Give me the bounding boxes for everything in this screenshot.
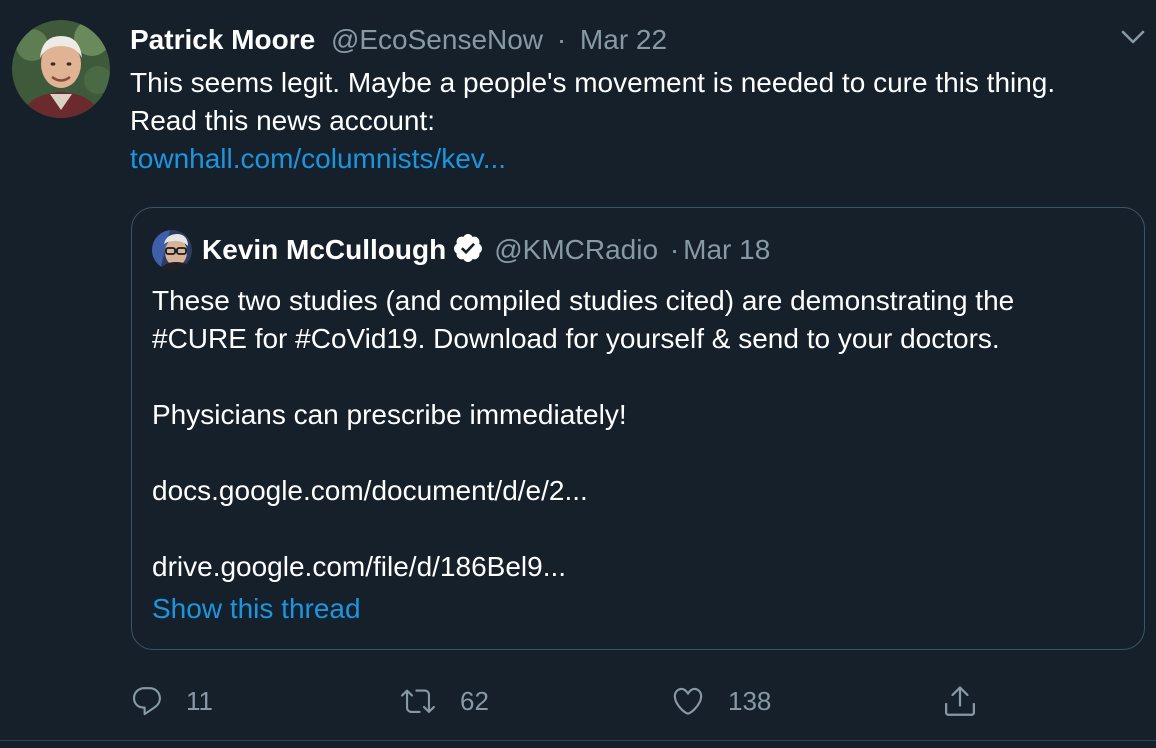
retweet-icon bbox=[398, 684, 438, 718]
tweet-link[interactable]: townhall.com/columnists/kev... bbox=[130, 140, 1120, 178]
quoted-link-docs: docs.google.com/document/d/e/2... bbox=[152, 475, 588, 506]
quoted-tweet-date[interactable]: Mar 18 bbox=[683, 234, 770, 265]
tweet-date[interactable]: Mar 22 bbox=[580, 24, 667, 55]
reply-icon bbox=[130, 684, 164, 718]
divider bbox=[0, 740, 1156, 741]
share-icon bbox=[942, 683, 978, 719]
separator-dot: · bbox=[669, 234, 680, 265]
quoted-text-line bbox=[152, 358, 1132, 396]
quoted-text-line bbox=[152, 510, 1132, 548]
heart-icon bbox=[670, 684, 706, 718]
author-name[interactable]: Patrick Moore bbox=[130, 24, 315, 55]
tweet-text-line: Read this news account: bbox=[130, 105, 436, 136]
tweet-header: Patrick Moore @EcoSenseNow · Mar 22 bbox=[130, 22, 667, 58]
separator-dot: · bbox=[556, 24, 567, 55]
quoted-link-drive: drive.google.com/file/d/186Bel9... bbox=[152, 551, 567, 582]
reply-button[interactable]: 11 bbox=[130, 676, 213, 726]
verified-badge-icon bbox=[452, 232, 484, 264]
tweet[interactable]: Patrick Moore @EcoSenseNow · Mar 22 This… bbox=[0, 0, 1156, 748]
chevron-down-icon[interactable] bbox=[1118, 24, 1148, 50]
reply-count: 11 bbox=[186, 685, 213, 716]
quoted-text-line: #CURE for #CoVid19. Download for yoursel… bbox=[152, 323, 1000, 354]
author-handle[interactable]: @EcoSenseNow bbox=[331, 24, 543, 55]
tweet-actions: 11 62 138 bbox=[0, 676, 1156, 726]
quoted-text-line bbox=[152, 434, 1132, 472]
tweet-text: This seems legit. Maybe a people's movem… bbox=[130, 64, 1120, 178]
quoted-tweet-text: These two studies (and compiled studies … bbox=[152, 282, 1132, 586]
tweet-text-line: This seems legit. Maybe a people's movem… bbox=[130, 67, 1056, 98]
quoted-text-line: These two studies (and compiled studies … bbox=[152, 285, 1015, 316]
quoted-author-avatar[interactable] bbox=[152, 230, 192, 270]
show-thread-link[interactable]: Show this thread bbox=[152, 590, 361, 628]
retweet-count: 62 bbox=[460, 685, 489, 716]
quoted-text-line: Physicians can prescribe immediately! bbox=[152, 399, 627, 430]
quoted-author-name[interactable]: Kevin McCullough bbox=[202, 234, 446, 265]
retweet-button[interactable]: 62 bbox=[398, 676, 489, 726]
share-button[interactable] bbox=[942, 676, 978, 726]
quoted-tweet-header: Kevin McCullough @KMCRadio · Mar 18 bbox=[202, 230, 770, 270]
quoted-tweet[interactable]: Kevin McCullough @KMCRadio · Mar 18 These… bbox=[131, 207, 1145, 650]
quoted-author-handle[interactable]: @KMCRadio bbox=[494, 234, 658, 265]
like-count: 138 bbox=[728, 685, 772, 716]
author-avatar[interactable] bbox=[12, 20, 110, 118]
like-button[interactable]: 138 bbox=[670, 676, 771, 726]
